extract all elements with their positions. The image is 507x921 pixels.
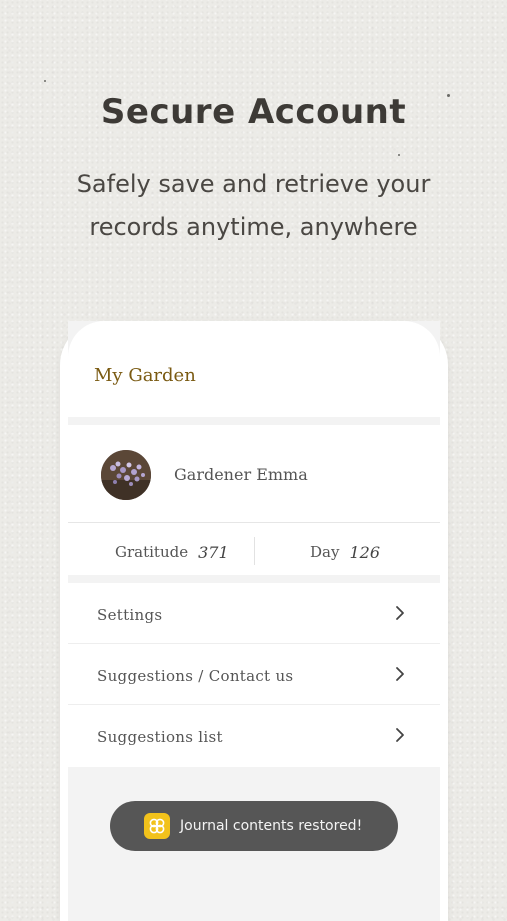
paper-speck [398,154,400,156]
menu-item-label: Settings [97,606,163,624]
divider [68,522,440,523]
toast-text: Journal contents restored! [180,818,363,834]
menu-item-label: Suggestions list [97,728,223,746]
toast-notification: Journal contents restored! [110,801,398,851]
day-stat: Day 126 [310,537,380,567]
phone-frame: My Garden Gardener Emma Gratitude 371 Da… [60,321,448,921]
app-title: My Garden [94,365,196,386]
chevron-right-icon [396,728,404,742]
menu-item-suggestions-list[interactable]: Suggestions list [68,705,440,766]
app-header: My Garden [68,321,440,417]
menu-list: Settings Suggestions / Contact us Sugges… [68,583,440,767]
day-value: 126 [349,542,380,562]
app-screen: My Garden Gardener Emma Gratitude 371 Da… [68,321,440,921]
clover-logo-icon [149,818,165,834]
menu-item-label: Suggestions / Contact us [97,667,294,685]
profile-name: Gardener Emma [174,465,308,484]
flower-photo-avatar-icon [101,450,151,500]
menu-item-contact[interactable]: Suggestions / Contact us [68,644,440,705]
paper-speck [44,80,46,82]
stat-divider [254,537,255,565]
day-label: Day [310,543,340,561]
avatar[interactable] [101,450,151,500]
menu-item-settings[interactable]: Settings [68,583,440,644]
hero-title: Secure Account [100,92,407,132]
chevron-right-icon [396,667,404,681]
app-logo-icon [144,813,170,839]
gratitude-value: 371 [198,542,229,562]
gratitude-label: Gratitude [115,543,189,561]
profile-card: Gardener Emma Gratitude 371 Day 126 [68,425,440,575]
gratitude-stat: Gratitude 371 [115,537,229,567]
hero-subtitle: Safely save and retrieve your records an… [76,170,431,241]
chevron-right-icon [396,606,404,620]
